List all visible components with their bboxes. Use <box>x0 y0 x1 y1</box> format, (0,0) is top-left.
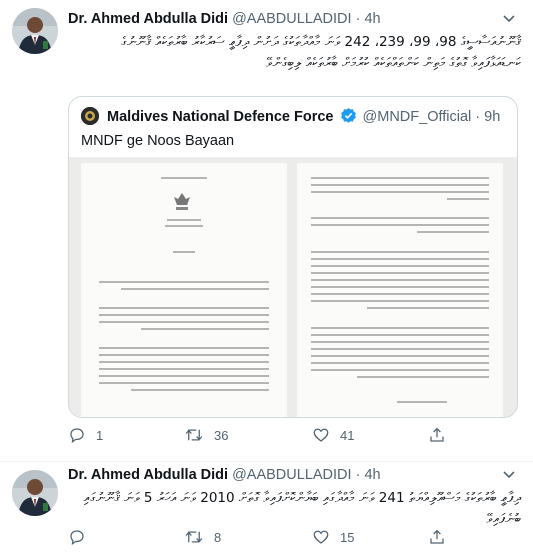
quoted-avatar <box>81 107 99 125</box>
retweet-icon <box>185 429 203 441</box>
tweet-timestamp[interactable]: 4h <box>364 11 380 27</box>
separator-dot: · <box>355 467 361 483</box>
like-count: 41 <box>340 428 355 443</box>
document-page-left <box>81 163 287 417</box>
retweet-button[interactable]: 8 <box>184 528 221 548</box>
quoted-media-image[interactable] <box>69 157 517 417</box>
tweet[interactable]: Dr. Ahmed Abdulla Didi @AABDULLADIDI · 4… <box>0 0 533 462</box>
like-button[interactable]: 15 <box>312 528 354 548</box>
quoted-author-name: Maldives National Defence Force <box>107 109 334 125</box>
tweet-actions: 1 36 41 <box>68 426 513 446</box>
retweet-count: 36 <box>214 428 229 443</box>
tweet[interactable]: Dr. Ahmed Abdulla Didi @AABDULLADIDI · 4… <box>0 462 533 557</box>
reply-button[interactable]: 1 <box>68 426 103 446</box>
separator-dot: · <box>475 109 481 125</box>
more-icon[interactable] <box>499 8 519 28</box>
reply-count: 1 <box>96 428 104 443</box>
quoted-tweet-header: Maldives National Defence Force @MNDF_Of… <box>81 107 507 127</box>
tweet-timestamp[interactable]: 4h <box>364 467 380 483</box>
author-handle[interactable]: @AABDULLADIDI <box>232 11 351 27</box>
avatar[interactable] <box>12 470 58 516</box>
tweet-text: ދިފާޢީ ބާރުތަކުގެ މަސްއޫލިއްޔަތު 241 ވަނ… <box>83 490 521 527</box>
share-button[interactable] <box>428 426 456 446</box>
tweet-header: Dr. Ahmed Abdulla Didi @AABDULLADIDI · 4… <box>68 10 493 28</box>
author-name[interactable]: Dr. Ahmed Abdulla Didi <box>68 467 228 483</box>
share-button[interactable] <box>428 528 456 548</box>
author-name[interactable]: Dr. Ahmed Abdulla Didi <box>68 11 228 27</box>
avatar[interactable] <box>12 8 58 54</box>
tweet-header: Dr. Ahmed Abdulla Didi @AABDULLADIDI · 4… <box>68 466 493 484</box>
reply-icon <box>70 428 84 444</box>
tweet-text: ޤާނޫނުއަސާސީގެ 98، 99، 239، 242 ވަނަ މާއ… <box>121 34 521 71</box>
quoted-timestamp: 9h <box>484 109 501 125</box>
like-count: 15 <box>340 530 355 545</box>
separator-dot: · <box>355 11 361 27</box>
like-button[interactable]: 41 <box>312 426 354 446</box>
share-icon <box>430 529 444 544</box>
emblem-icon <box>174 193 190 210</box>
quoted-tweet[interactable]: Maldives National Defence Force @MNDF_Of… <box>68 96 518 418</box>
tweet-actions: 8 15 <box>68 528 513 548</box>
more-icon[interactable] <box>499 464 519 484</box>
verified-badge-icon <box>340 107 357 130</box>
reply-button[interactable] <box>68 528 96 548</box>
like-icon <box>313 428 329 442</box>
like-icon <box>313 530 329 544</box>
document-page-right <box>297 163 503 417</box>
reply-icon <box>70 530 84 546</box>
retweet-count: 8 <box>214 530 222 545</box>
author-handle[interactable]: @AABDULLADIDI <box>232 467 351 483</box>
share-icon <box>430 427 444 442</box>
retweet-icon <box>185 531 203 543</box>
retweet-button[interactable]: 36 <box>184 426 228 446</box>
quoted-tweet-text: MNDF ge Noos Bayaan <box>81 133 235 149</box>
quoted-author-handle: @MNDF_Official <box>362 109 472 125</box>
